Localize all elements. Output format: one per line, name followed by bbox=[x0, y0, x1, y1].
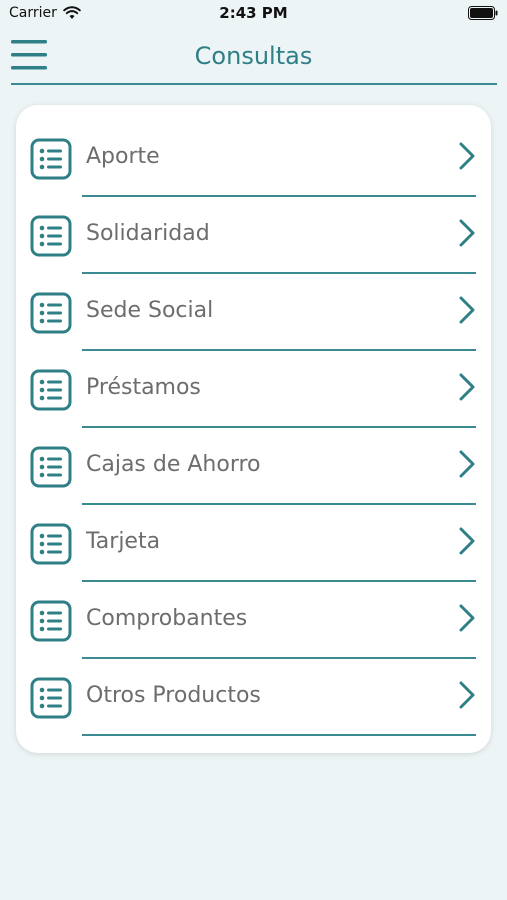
chevron-right-icon bbox=[459, 450, 475, 478]
menu-item-label: Sede Social bbox=[86, 298, 214, 323]
list-icon bbox=[30, 292, 72, 334]
header-divider bbox=[11, 83, 497, 85]
battery-icon bbox=[468, 6, 498, 20]
menu-item-sede-social[interactable]: Sede Social bbox=[16, 259, 491, 351]
chevron-right-icon bbox=[459, 296, 475, 324]
status-bar: Carrier 2:43 PM bbox=[0, 0, 507, 30]
chevron-right-icon bbox=[459, 142, 475, 170]
list-icon bbox=[30, 677, 72, 719]
chevron-right-icon bbox=[459, 604, 475, 632]
menu-item-tarjeta[interactable]: Tarjeta bbox=[16, 490, 491, 582]
menu-item-label: Préstamos bbox=[86, 375, 201, 400]
menu-item-label: Cajas de Ahorro bbox=[86, 452, 261, 477]
consultas-menu-card: Aporte Solidaridad Sede Social Préstamos… bbox=[16, 105, 491, 753]
menu-item-label: Aporte bbox=[86, 144, 160, 169]
list-icon bbox=[30, 446, 72, 488]
menu-item-label: Comprobantes bbox=[86, 606, 248, 631]
list-icon bbox=[30, 600, 72, 642]
item-divider bbox=[82, 734, 476, 736]
list-icon bbox=[30, 369, 72, 411]
navigation-bar: Consultas bbox=[0, 30, 507, 86]
chevron-right-icon bbox=[459, 527, 475, 555]
list-icon bbox=[30, 138, 72, 180]
chevron-right-icon bbox=[459, 681, 475, 709]
menu-item-solidaridad[interactable]: Solidaridad bbox=[16, 182, 491, 274]
list-icon bbox=[30, 215, 72, 257]
page-title: Consultas bbox=[194, 42, 313, 70]
menu-item-label: Otros Productos bbox=[86, 683, 261, 708]
status-time: 2:43 PM bbox=[219, 4, 288, 22]
menu-item-label: Tarjeta bbox=[86, 529, 161, 554]
menu-item-cajas-de-ahorro[interactable]: Cajas de Ahorro bbox=[16, 413, 491, 505]
menu-item-label: Solidaridad bbox=[86, 221, 210, 246]
menu-item-prestamos[interactable]: Préstamos bbox=[16, 336, 491, 428]
list-icon bbox=[30, 523, 72, 565]
chevron-right-icon bbox=[459, 219, 475, 247]
menu-item-comprobantes[interactable]: Comprobantes bbox=[16, 567, 491, 659]
menu-item-otros-productos[interactable]: Otros Productos bbox=[16, 644, 491, 736]
chevron-right-icon bbox=[459, 373, 475, 401]
menu-item-aporte[interactable]: Aporte bbox=[16, 105, 491, 197]
